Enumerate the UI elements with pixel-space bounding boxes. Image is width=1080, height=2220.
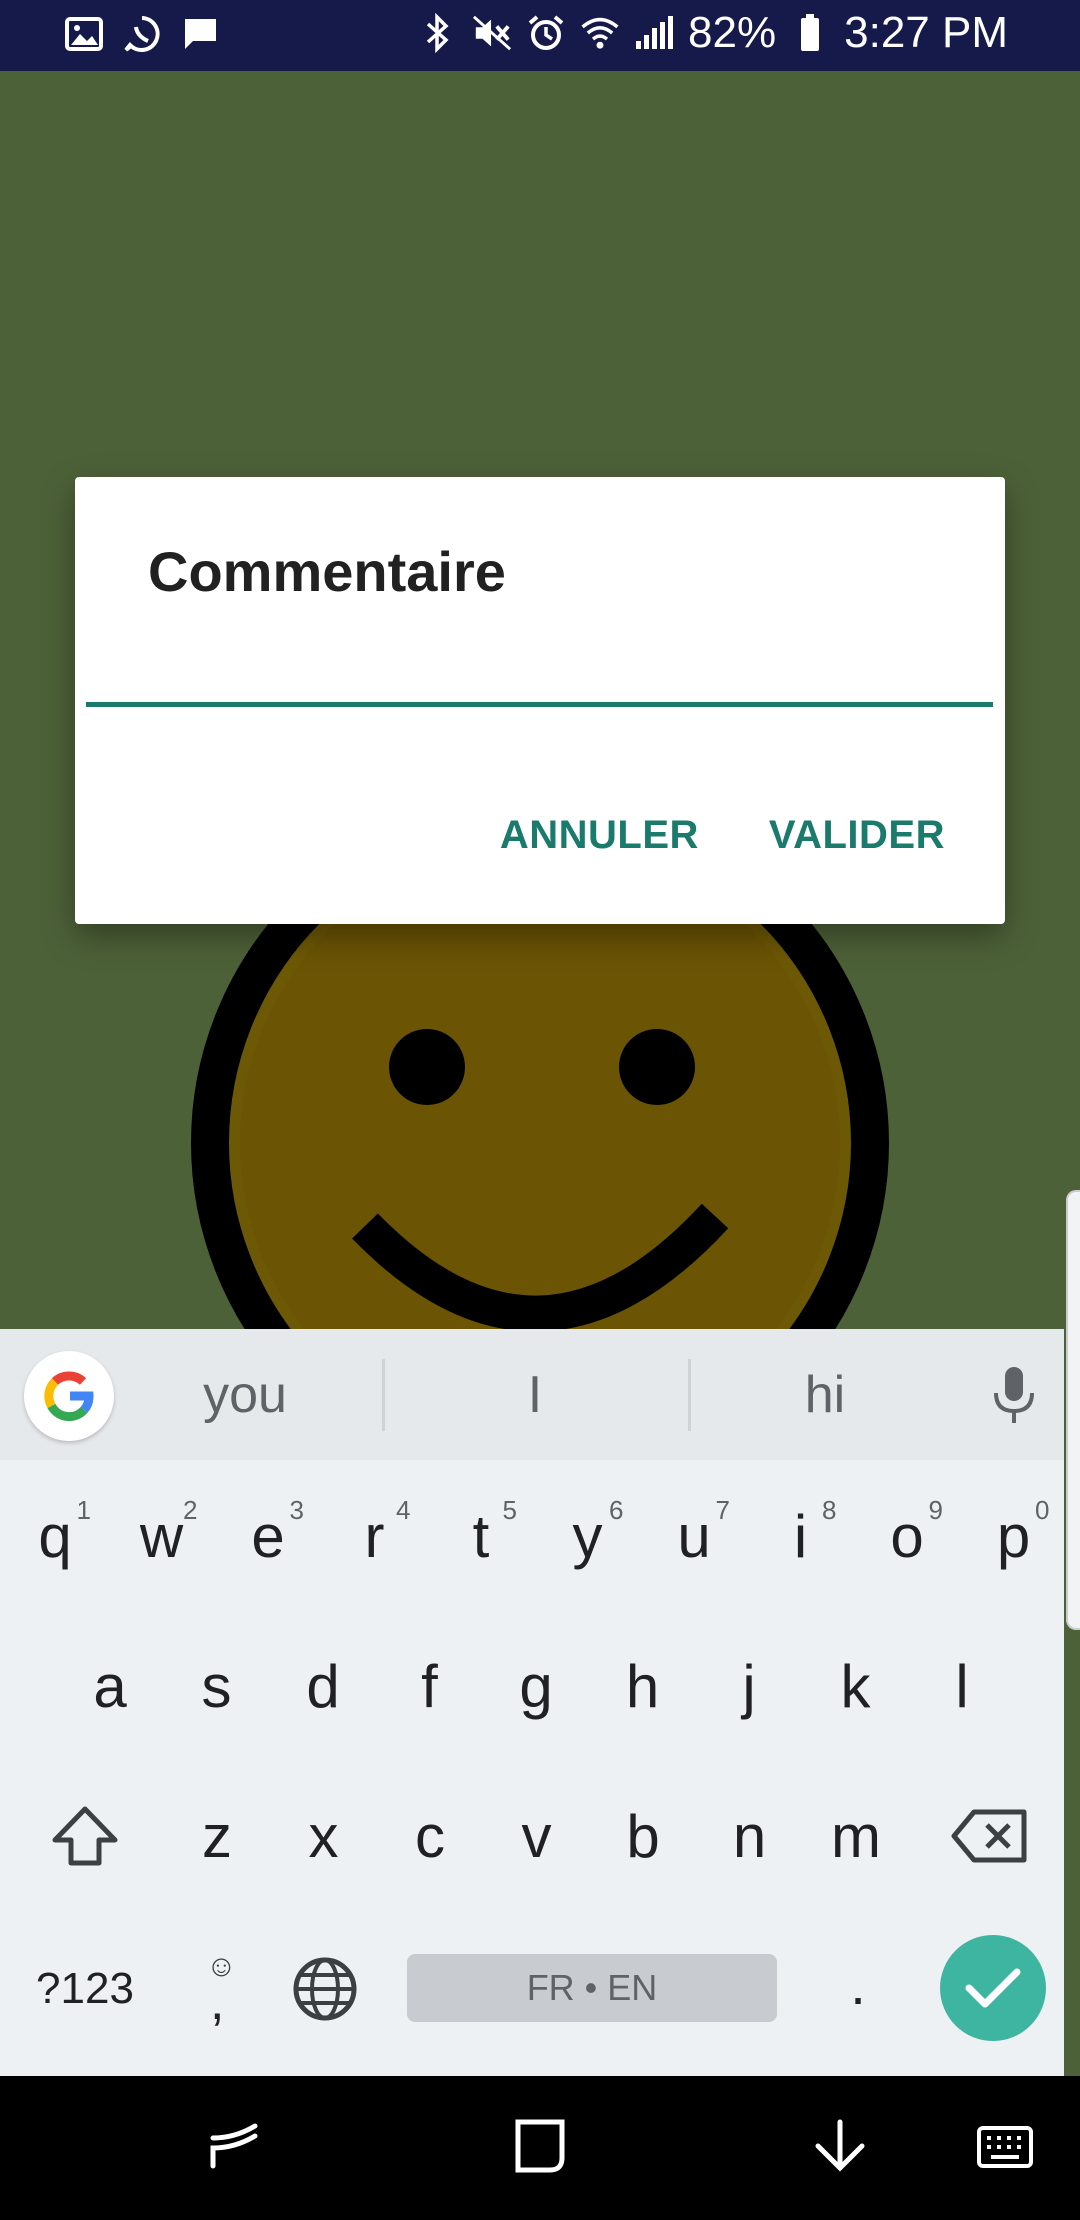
key-z[interactable]: z: [167, 1781, 267, 1891]
suggestion-3[interactable]: hi: [695, 1365, 955, 1425]
key-label: r: [364, 1502, 385, 1570]
dialog-title: Commentaire: [148, 540, 506, 603]
comma-label: ,: [210, 1973, 225, 2031]
key-label: e: [251, 1502, 285, 1570]
backspace-key[interactable]: [940, 1781, 1040, 1891]
microphone-icon[interactable]: [992, 1365, 1036, 1432]
key-label: u: [677, 1502, 711, 1570]
confirm-button[interactable]: VALIDER: [769, 813, 945, 858]
key-a[interactable]: a: [60, 1631, 160, 1741]
key-t[interactable]: t5: [431, 1481, 531, 1591]
message-icon: [180, 12, 220, 56]
key-x[interactable]: x: [274, 1781, 374, 1891]
key-hint: 5: [502, 1495, 517, 1525]
key-v[interactable]: v: [487, 1781, 587, 1891]
key-d[interactable]: d: [273, 1631, 373, 1741]
key-j[interactable]: j: [699, 1631, 799, 1741]
key-q[interactable]: q1: [5, 1481, 105, 1591]
mute-icon: [472, 11, 512, 55]
language-globe-key[interactable]: [275, 1934, 375, 2044]
hide-keyboard-icon[interactable]: [810, 2116, 870, 2181]
shift-key[interactable]: [35, 1781, 135, 1891]
key-m[interactable]: m: [806, 1781, 906, 1891]
key-l[interactable]: l: [912, 1631, 1012, 1741]
key-label: i: [793, 1502, 808, 1570]
wifi-icon: [580, 11, 620, 55]
google-icon[interactable]: [24, 1351, 114, 1441]
key-w[interactable]: w2: [112, 1481, 212, 1591]
bluetooth-icon: [418, 11, 458, 55]
suggestion-divider: [688, 1359, 691, 1431]
key-label: t: [472, 1502, 490, 1570]
gallery-icon: [64, 12, 104, 56]
key-h[interactable]: h: [593, 1631, 693, 1741]
suggestion-bar: you I hi: [0, 1329, 1064, 1460]
clock: 3:27 PM: [844, 8, 1008, 57]
battery-icon: [790, 11, 830, 55]
soft-keyboard: you I hi q1w2e3r4t5y6u7i8o9p0 asdfghjkl …: [0, 1329, 1064, 2076]
key-y[interactable]: y6: [538, 1481, 638, 1591]
key-n[interactable]: n: [700, 1781, 800, 1891]
key-e[interactable]: e3: [218, 1481, 318, 1591]
key-label: o: [890, 1502, 924, 1570]
key-b[interactable]: b: [593, 1781, 693, 1891]
cancel-button[interactable]: ANNULER: [500, 813, 699, 858]
key-o[interactable]: o9: [857, 1481, 957, 1591]
period-key[interactable]: .: [808, 1929, 908, 2039]
home-icon[interactable]: [510, 2116, 570, 2181]
suggestion-1[interactable]: you: [115, 1365, 375, 1425]
key-hint: 0: [1035, 1495, 1050, 1525]
whatsapp-icon: [122, 12, 162, 56]
status-bar: 82% 3:27 PM: [0, 0, 1080, 71]
key-g[interactable]: g: [486, 1631, 586, 1741]
key-s[interactable]: s: [167, 1631, 267, 1741]
key-p[interactable]: p0: [964, 1481, 1064, 1591]
key-hint: 1: [76, 1495, 91, 1525]
comment-input[interactable]: [86, 637, 993, 707]
space-key[interactable]: FR • EN: [407, 1954, 777, 2022]
side-panel-handle[interactable]: [1066, 1190, 1080, 1630]
suggestion-2[interactable]: I: [405, 1365, 665, 1425]
key-hint: 2: [183, 1495, 198, 1525]
key-hint: 7: [715, 1495, 730, 1525]
navigation-bar: [0, 2076, 1080, 2220]
keyboard-switch-icon[interactable]: [975, 2116, 1035, 2181]
key-hint: 9: [928, 1495, 943, 1525]
key-hint: 4: [396, 1495, 411, 1525]
globe-icon: [293, 1957, 357, 2021]
key-label: w: [139, 1502, 184, 1570]
dialog-actions: ANNULER VALIDER: [500, 813, 945, 858]
key-hint: 3: [289, 1495, 304, 1525]
enter-key[interactable]: [940, 1935, 1046, 2041]
key-f[interactable]: f: [380, 1631, 480, 1741]
emoji-comma-key[interactable]: ☺ ,: [168, 1934, 268, 2044]
key-i[interactable]: i8: [751, 1481, 851, 1591]
suggestion-divider: [382, 1359, 385, 1431]
key-hint: 8: [822, 1495, 837, 1525]
key-label: y: [572, 1502, 603, 1570]
symbols-key[interactable]: ?123: [25, 1934, 145, 2044]
recent-apps-icon[interactable]: [205, 2116, 265, 2181]
battery-percentage: 82%: [688, 8, 777, 57]
key-k[interactable]: k: [806, 1631, 906, 1741]
key-u[interactable]: u7: [644, 1481, 744, 1591]
key-label: q: [38, 1502, 72, 1570]
key-hint: 6: [609, 1495, 624, 1525]
checkmark-icon: [965, 1968, 1021, 2008]
comment-dialog: Commentaire ANNULER VALIDER: [75, 477, 1005, 924]
signal-icon: [634, 11, 674, 55]
alarm-icon: [526, 11, 566, 55]
key-label: p: [996, 1502, 1031, 1570]
key-c[interactable]: c: [380, 1781, 480, 1891]
key-r[interactable]: r4: [325, 1481, 425, 1591]
